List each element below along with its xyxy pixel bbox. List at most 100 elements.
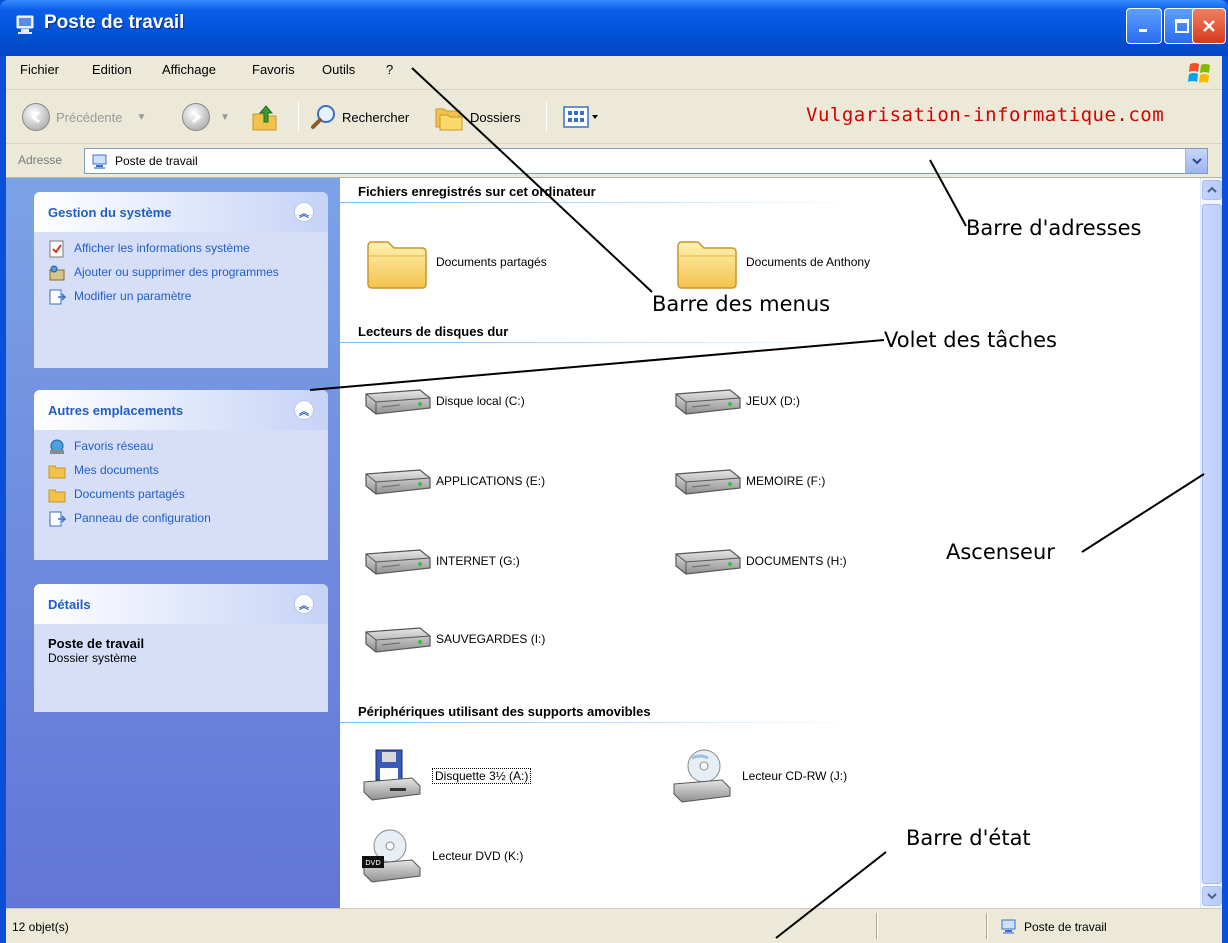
folders-label: Dossiers <box>470 109 521 125</box>
folder-icon <box>48 465 66 479</box>
drive-j-cdrw[interactable]: Lecteur CD-RW (J:) <box>670 748 847 804</box>
title-bar[interactable]: Poste de travail <box>0 0 1228 56</box>
folders-button[interactable]: Dossiers <box>434 100 521 134</box>
group-title-hard-drives: Lecteurs de disques dur <box>358 324 509 339</box>
item-label: Documents partagés <box>436 255 547 269</box>
panel-title: Autres emplacements <box>48 403 184 418</box>
network-icon <box>50 439 64 454</box>
task-system-info[interactable]: Afficher les informations système <box>48 240 316 258</box>
control-panel-icon <box>49 289 66 305</box>
floppy-drive-icon <box>363 749 421 801</box>
up-folder-icon <box>252 105 277 131</box>
address-label: Adresse <box>18 153 63 167</box>
place-control-panel[interactable]: Panneau de configuration <box>48 510 316 528</box>
place-label: Favoris réseau <box>74 439 154 453</box>
menu-affichage[interactable]: Affichage <box>162 62 216 77</box>
drive-h[interactable]: DOCUMENTS (H:) <box>670 544 847 578</box>
info-icon <box>49 240 64 258</box>
chevron-down-icon <box>1191 158 1202 165</box>
toolbar-separator <box>546 102 547 132</box>
item-label: SAUVEGARDES (I:) <box>436 632 546 646</box>
vertical-scrollbar[interactable] <box>1200 178 1222 908</box>
search-icon <box>311 105 335 129</box>
menu-outils[interactable]: Outils <box>322 62 355 77</box>
item-anthony-documents[interactable]: Documents de Anthony <box>674 234 870 290</box>
drive-d[interactable]: JEUX (D:) <box>670 384 800 418</box>
menu-fichier[interactable]: Fichier <box>20 62 59 77</box>
place-shared-documents[interactable]: Documents partagés <box>48 486 316 504</box>
folder-icon <box>364 234 428 290</box>
panel-header[interactable]: Autres emplacements ︽ <box>34 390 328 430</box>
forward-dropdown-icon[interactable]: ▼ <box>220 112 230 123</box>
drive-g[interactable]: INTERNET (G:) <box>360 544 520 578</box>
close-icon <box>1203 20 1215 32</box>
panel-header[interactable]: Détails ︽ <box>34 584 328 624</box>
drive-c[interactable]: Disque local (C:) <box>360 384 525 418</box>
views-button[interactable] <box>562 100 602 134</box>
panel-system-tasks: Gestion du système ︽ Afficher les inform… <box>34 192 328 368</box>
task-label: Ajouter ou supprimer des programmes <box>74 265 279 279</box>
search-button[interactable]: Rechercher <box>310 100 409 134</box>
back-button[interactable]: Précédente ▼ <box>22 100 146 134</box>
collapse-icon[interactable]: ︽ <box>294 594 314 614</box>
back-arrow-icon <box>22 103 50 131</box>
add-remove-icon <box>49 265 65 281</box>
scroll-down-button[interactable] <box>1202 886 1222 906</box>
chevron-down-icon <box>1207 893 1217 900</box>
folder-icon <box>48 489 66 503</box>
task-change-setting[interactable]: Modifier un paramètre <box>48 288 316 306</box>
drive-f[interactable]: MEMOIRE (F:) <box>670 464 825 498</box>
item-shared-documents[interactable]: Documents partagés <box>364 234 547 290</box>
views-icon <box>563 106 598 128</box>
item-label: Documents de Anthony <box>746 255 871 269</box>
group-divider <box>340 202 860 203</box>
toolbar-separator <box>298 102 299 132</box>
group-title-removable: Périphériques utilisant des supports amo… <box>358 704 651 719</box>
brand-watermark: Vulgarisation-informatique.com <box>806 104 1165 126</box>
cd-drive-icon <box>673 749 731 803</box>
item-label: Lecteur DVD (K:) <box>432 849 524 863</box>
menu-help[interactable]: ? <box>386 62 393 77</box>
address-field[interactable]: Poste de travail <box>84 148 1208 174</box>
task-label: Afficher les informations système <box>74 241 250 255</box>
search-label: Rechercher <box>342 109 410 125</box>
panel-details: Détails ︽ Poste de travail Dossier systè… <box>34 584 328 712</box>
details-name: Poste de travail <box>48 636 145 651</box>
panel-header[interactable]: Gestion du système ︽ <box>34 192 328 232</box>
status-location: Poste de travail <box>1000 918 1107 936</box>
hard-drive-icon <box>360 544 432 578</box>
hard-drive-icon <box>670 384 742 418</box>
forward-button[interactable]: ▼ <box>182 100 230 134</box>
menu-edition[interactable]: Edition <box>92 62 132 77</box>
drive-e[interactable]: APPLICATIONS (E:) <box>360 464 545 498</box>
back-dropdown-icon[interactable]: ▼ <box>137 112 147 123</box>
minimize-button[interactable] <box>1126 8 1162 44</box>
place-network[interactable]: Favoris réseau <box>48 438 316 456</box>
close-button[interactable] <box>1192 8 1226 44</box>
task-pane: Gestion du système ︽ Afficher les inform… <box>6 178 340 908</box>
hard-drive-icon <box>670 464 742 498</box>
place-my-documents[interactable]: Mes documents <box>48 462 316 480</box>
menu-bar: Fichier Edition Affichage Favoris Outils… <box>6 56 1222 90</box>
scroll-thumb[interactable] <box>1202 204 1222 884</box>
item-label: Disque local (C:) <box>436 394 525 408</box>
group-title-files: Fichiers enregistrés sur cet ordinateur <box>358 184 596 199</box>
collapse-icon[interactable]: ︽ <box>294 400 314 420</box>
scroll-up-button[interactable] <box>1202 180 1222 200</box>
task-add-remove-programs[interactable]: Ajouter ou supprimer des programmes <box>48 264 316 282</box>
folders-icon <box>435 108 463 131</box>
drive-k-dvd[interactable]: DVD Lecteur DVD (K:) <box>360 828 523 884</box>
drive-a-floppy[interactable]: Disquette 3½ (A:) <box>360 748 532 804</box>
address-dropdown-button[interactable] <box>1185 149 1207 173</box>
svg-text:DVD: DVD <box>365 859 380 867</box>
computer-icon <box>92 154 107 169</box>
drive-i[interactable]: SAUVEGARDES (I:) <box>360 622 545 656</box>
details-type: Dossier système <box>48 651 137 665</box>
hard-drive-icon <box>670 544 742 578</box>
item-label: DOCUMENTS (H:) <box>746 554 847 568</box>
dvd-drive-icon: DVD <box>362 829 421 883</box>
collapse-icon[interactable]: ︽ <box>294 202 314 222</box>
menu-favoris[interactable]: Favoris <box>252 62 295 77</box>
file-view: Fichiers enregistrés sur cet ordinateur … <box>340 178 1200 908</box>
up-folder-button[interactable] <box>250 100 280 134</box>
